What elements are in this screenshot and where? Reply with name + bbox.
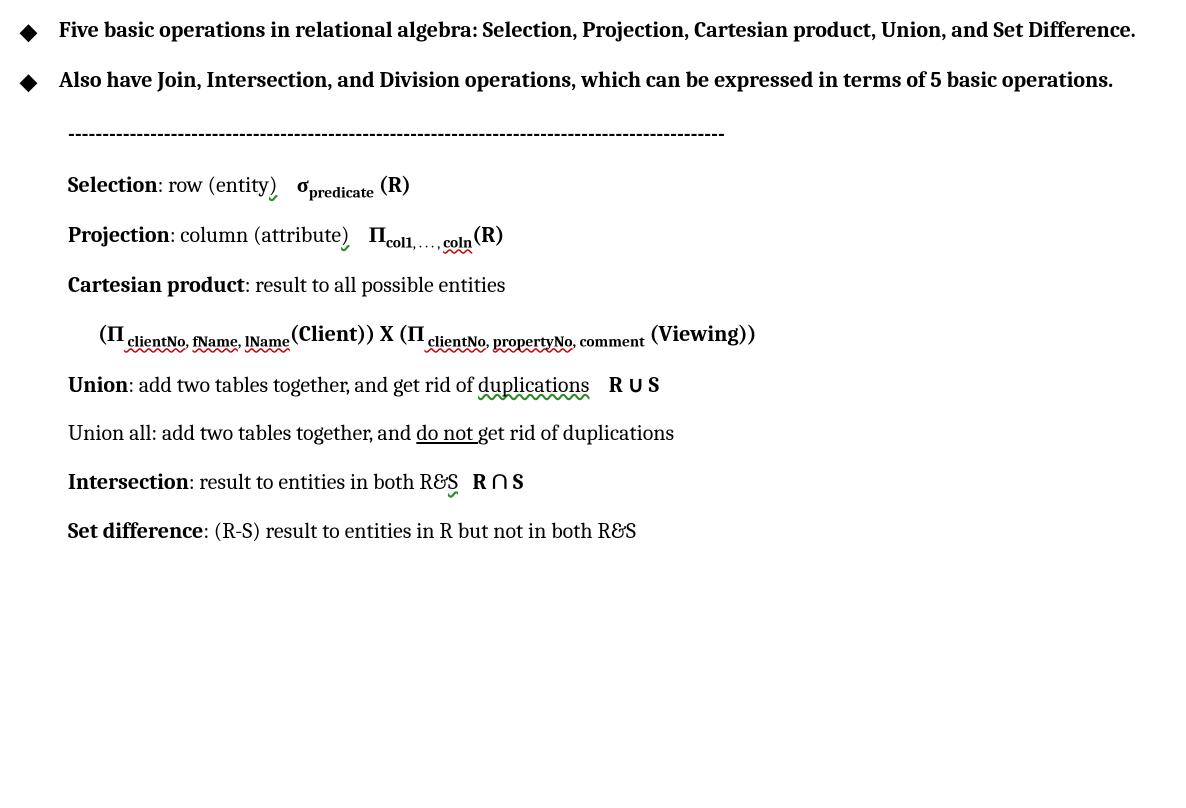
bullet-list: ◆ Five basic operations in relational al… (20, 10, 1166, 104)
selection-desc: : row (entity (158, 172, 269, 198)
cart-s1: clientNo (124, 332, 185, 350)
diamond-icon: ◆ (20, 62, 37, 104)
bullet-item: ◆ Five basic operations in relational al… (20, 10, 1166, 54)
cartesian-line: Cartesian product: result to all possibl… (68, 265, 1166, 306)
cart-s4: clientNo (424, 332, 485, 350)
cart-s5: propertyNo (493, 332, 573, 350)
cart-mid: (Client)) X (Π (290, 321, 425, 347)
cartesian-label: Cartesian product (68, 272, 245, 298)
setdiff-line: Set difference: (R-S) result to entities… (68, 511, 1166, 552)
projection-rel: (R) (472, 222, 504, 248)
unionall-underline: do not (416, 420, 478, 446)
union-line: Union: add two tables together, and get … (68, 365, 1166, 406)
diamond-icon: ◆ (20, 12, 37, 54)
projection-line: Projection: column (attribute) Πcol1, . … (68, 215, 1166, 257)
pi-symbol: Π (369, 222, 386, 248)
sigma-symbol: σ (297, 172, 309, 198)
cart-s2: fName (192, 332, 237, 350)
union-dup: duplications (478, 372, 589, 398)
projection-label: Projection (68, 222, 170, 248)
intersection-s: S (448, 469, 458, 495)
proj-sub2: coln (443, 234, 472, 252)
setdiff-desc: : (R-S) result to entities in R but not … (203, 518, 636, 544)
union-desc: : add two tables together, and get rid o… (128, 372, 478, 398)
unionall-line: Union all: add two tables together, and … (68, 413, 1166, 454)
unionall-text1: Union all: add two tables together, and (68, 420, 416, 446)
projection-desc: : column (attribute (170, 222, 341, 248)
definitions-block: Selection: row (entity) σpredicate (R) P… (68, 165, 1166, 551)
cart-open: (Π (98, 321, 124, 347)
selection-rel: (R) (374, 172, 411, 198)
selection-line: Selection: row (entity) σpredicate (R) (68, 165, 1166, 207)
cart-end: (Viewing)) (645, 321, 757, 347)
bullet-text: Also have Join, Intersection, and Divisi… (59, 60, 1166, 102)
selection-subscript: predicate (309, 184, 374, 202)
union-label: Union (68, 372, 128, 398)
cart-s3: lName (245, 332, 290, 350)
setdiff-label: Set difference (68, 518, 203, 544)
cartesian-desc: : result to all possible entities (245, 272, 506, 298)
unionall-text2: get rid of duplications (478, 420, 674, 446)
intersection-formula: R ∩ S (472, 469, 523, 495)
intersection-label: Intersection (68, 469, 189, 495)
divider-line: ----------------------------------------… (68, 114, 1166, 156)
cart-s6: comment (580, 332, 645, 350)
proj-sub-mid: , . . . , (413, 234, 443, 252)
intersection-desc: : result to entities in both R& (189, 469, 448, 495)
intersection-line: Intersection: result to entities in both… (68, 462, 1166, 503)
proj-sub1: col1 (386, 234, 413, 252)
union-formula: R ∪ S (609, 372, 659, 398)
selection-label: Selection (68, 172, 158, 198)
cartesian-example: (Π clientNo, fName, lName(Client)) X (Π … (98, 314, 1166, 357)
bullet-text: Five basic operations in relational alge… (59, 10, 1166, 52)
bullet-item: ◆ Also have Join, Intersection, and Divi… (20, 60, 1166, 104)
